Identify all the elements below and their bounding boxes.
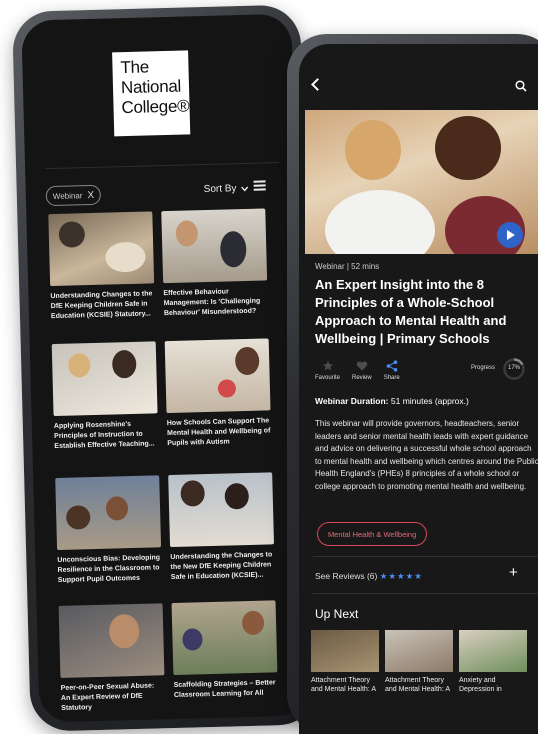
chevron-down-icon — [240, 185, 248, 192]
up-next-thumbnail — [459, 630, 527, 672]
progress-value: 17% — [507, 365, 520, 371]
logo-line-3: College® — [121, 96, 190, 118]
favourite-button[interactable]: Favourite — [315, 360, 340, 381]
webinar-card-3[interactable]: Applying Rosenshine's Principles of Inst… — [51, 341, 159, 452]
logo-line-1: The — [120, 57, 150, 78]
webinar-thumbnail — [171, 600, 278, 676]
up-next-title: Attachment Theory and Mental Health: A — [311, 677, 376, 693]
sort-by-button[interactable]: Sort By — [204, 183, 249, 195]
up-next-heading: Up Next — [315, 607, 359, 621]
share-label: Share — [383, 375, 400, 381]
left-screen: The National College® Webinar X Sort By … — [21, 13, 310, 723]
share-icon — [386, 360, 398, 372]
up-next-title: Anxiety and Depression in — [459, 677, 502, 693]
webinar-thumbnail — [168, 472, 275, 548]
favourite-label: Favourite — [315, 375, 341, 381]
webinar-card-title: Understanding the Changes to the New DfE… — [170, 551, 273, 582]
logo-line-2: National — [120, 76, 182, 98]
webinar-card-4[interactable]: How Schools Can Support The Mental Healt… — [164, 338, 272, 449]
webinar-card-title: Effective Behaviour Management: Is 'Chal… — [163, 288, 261, 318]
reviews-label: See Reviews (6) — [315, 571, 378, 581]
see-reviews-link[interactable]: See Reviews (6) ★★★★★ — [315, 571, 423, 582]
webinar-thumbnail — [164, 338, 271, 414]
list-view-icon[interactable] — [253, 180, 266, 191]
progress-label: Progress — [471, 365, 496, 371]
college-logo: The National College® — [112, 50, 191, 137]
webinar-duration: Webinar Duration: 51 minutes (approx.) — [315, 396, 469, 406]
webinar-card-title: Understanding Changes to the DfE Keeping… — [50, 290, 153, 321]
webinar-thumbnail — [48, 211, 155, 287]
action-bar: Favourite Review Share — [315, 360, 400, 381]
webinar-thumbnail — [55, 475, 162, 551]
webinar-card-1[interactable]: Understanding Changes to the DfE Keeping… — [48, 211, 155, 322]
duration-value: 51 minutes (approx.) — [388, 396, 469, 406]
webinar-card-7[interactable]: Peer-on-Peer Sexual Abuse: An Expert Rev… — [58, 603, 166, 714]
filter-chip-webinar[interactable]: Webinar X — [45, 184, 102, 207]
rating-stars: ★★★★★ — [379, 571, 423, 581]
webinar-card-title: How Schools Can Support The Mental Healt… — [166, 417, 271, 448]
webinar-card-title: Applying Rosenshine's Principles of Inst… — [53, 421, 155, 451]
star-icon — [322, 360, 333, 371]
back-arrow-icon[interactable] — [311, 78, 324, 91]
close-icon[interactable]: X — [87, 189, 94, 200]
webinar-card-8[interactable]: Scaffolding Strategies – Better Classroo… — [171, 600, 279, 701]
up-next-card-1[interactable]: Attachment Theory and Mental Health: A — [311, 630, 379, 694]
play-button[interactable] — [497, 222, 523, 248]
header-divider — [45, 162, 280, 170]
expand-reviews-icon[interactable]: + — [509, 564, 518, 581]
up-next-card-3[interactable]: Anxiety and Depression in — [459, 630, 527, 694]
up-next-title: Attachment Theory and Mental Health: A — [385, 677, 450, 693]
review-button[interactable]: Review — [352, 360, 372, 381]
webinar-grid: Understanding Changes to the DfE Keeping… — [48, 208, 278, 712]
webinar-thumbnail — [161, 208, 268, 284]
up-next-thumbnail — [311, 630, 379, 672]
filter-chip-label: Webinar — [52, 190, 83, 201]
webinar-thumbnail — [51, 341, 158, 417]
webinar-card-5[interactable]: Unconscious Bias: Developing Resilience … — [55, 475, 162, 586]
webinar-card-2[interactable]: Effective Behaviour Management: Is 'Chal… — [161, 208, 268, 319]
webinar-card-6[interactable]: Understanding the Changes to the New DfE… — [168, 472, 275, 583]
share-button[interactable]: Share — [384, 360, 400, 381]
heart-icon — [356, 361, 368, 371]
right-screen: Webinar | 52 mins An Expert Insight into… — [299, 44, 538, 734]
up-next-thumbnail — [385, 630, 453, 672]
duration-label: Webinar Duration: — [315, 396, 389, 406]
divider — [313, 593, 538, 594]
divider — [313, 556, 538, 557]
left-phone: The National College® Webinar X Sort By … — [12, 4, 319, 732]
sort-by-label: Sort By — [203, 183, 237, 196]
webinar-title: An Expert Insight into the 8 Principles … — [315, 277, 507, 346]
webinar-meta: Webinar | 52 mins — [315, 262, 380, 271]
webinar-description: This webinar will provide governors, hea… — [315, 419, 538, 491]
webinar-thumbnail — [58, 603, 165, 678]
webinar-card-title: Unconscious Bias: Developing Resilience … — [57, 554, 161, 584]
review-label: Review — [352, 375, 372, 381]
category-tag[interactable]: Mental Health & Wellbeing — [317, 522, 428, 546]
search-icon[interactable] — [515, 80, 527, 92]
up-next-card-2[interactable]: Attachment Theory and Mental Health: A — [385, 630, 453, 694]
right-phone: Webinar | 52 mins An Expert Insight into… — [287, 34, 538, 734]
